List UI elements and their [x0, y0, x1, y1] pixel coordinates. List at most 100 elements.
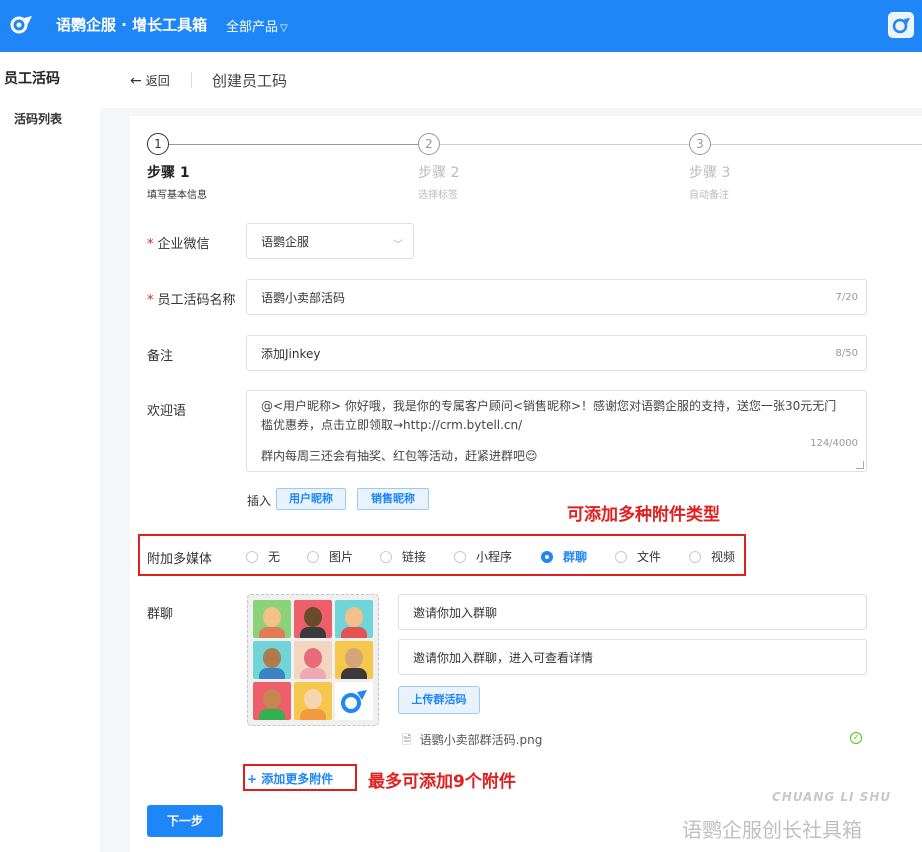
insert-user-nickname-button[interactable]: 用户昵称 [276, 488, 346, 510]
radio-dot [380, 550, 392, 563]
welcome-counter: 124/4000 [810, 438, 858, 449]
name-label: * 员工活码名称 [147, 289, 236, 308]
required-mark: * [147, 293, 154, 308]
step-line-2 [440, 144, 689, 145]
corp-select-value: 语鹦企服 [261, 234, 310, 249]
header-divider [191, 72, 192, 88]
corp-select[interactable]: 语鹦企服 ﹀ [246, 223, 414, 259]
radio-miniprogram-label: 小程序 [476, 550, 513, 564]
code-name-counter: 7/20 [835, 291, 858, 303]
step-3-sub: 自动备注 [689, 190, 729, 201]
watermark-text: CHUANG LI SHU [772, 790, 892, 804]
group-qr-image[interactable] [247, 594, 379, 726]
radio-dot [307, 550, 319, 563]
brand-logo-icon [335, 682, 373, 720]
radio-image-label: 图片 [329, 550, 354, 564]
media-label: 附加多媒体 [147, 552, 213, 567]
annotation-attachment-types: 可添加多种附件类型 [567, 505, 720, 525]
avatar-logo-icon [892, 18, 910, 34]
radio-dot [454, 550, 466, 563]
avatar-tile [253, 641, 291, 679]
welcome-line-1: @<用户昵称> 你好哦，我是你的专属客户顾问<销售昵称>！感谢您对语鹦企服的支持… [261, 399, 837, 413]
radio-link[interactable]: 链接 [380, 548, 426, 565]
radio-dot [246, 550, 258, 563]
name-label-text: 员工活码名称 [157, 293, 236, 308]
all-products-label: 全部产品 [226, 20, 279, 35]
brand-title[interactable]: 语鹦企服 · 增长工具箱 [56, 14, 207, 35]
remark-label: 备注 [147, 349, 174, 364]
step-line-1 [169, 144, 418, 145]
user-avatar[interactable] [888, 12, 914, 38]
group-title-input[interactable]: 邀请你加入群聊 [398, 594, 867, 630]
remark-input[interactable]: 添加Jinkey 8/50 [246, 335, 867, 371]
step-2-circle: 2 [418, 133, 440, 155]
corp-label-text: 企业微信 [157, 237, 210, 252]
step-2-title: 步骤 2 [418, 165, 460, 181]
group-label: 群聊 [147, 607, 174, 622]
chevron-down-icon: ▽ [280, 23, 288, 34]
chevron-down-icon: ﹀ [393, 240, 403, 251]
back-button[interactable]: ← 返回 [130, 72, 170, 89]
radio-file[interactable]: 文件 [615, 548, 661, 565]
sidebar: 员工活码 活码列表 [0, 52, 100, 852]
brand-logo-icon[interactable] [10, 14, 34, 34]
uploaded-file-name: 语鹦小卖部群活码.png [419, 733, 543, 747]
radio-video-label: 视频 [711, 550, 736, 564]
avatar-tile [335, 641, 373, 679]
group-desc-value: 邀请你加入群聊，进入可查看详情 [413, 650, 594, 665]
welcome-textarea[interactable]: @<用户昵称> 你好哦，我是你的专属客户顾问<销售昵称>！感谢您对语鹦企服的支持… [246, 390, 867, 472]
avatar-tile [335, 600, 373, 638]
step-1-circle: 1 [147, 133, 169, 155]
radio-image[interactable]: 图片 [307, 548, 353, 565]
required-mark: * [147, 237, 154, 252]
next-step-button[interactable]: 下一步 [147, 805, 223, 837]
step-line-3 [711, 144, 922, 145]
welcome-line-2: 槛优惠券，点击立即领取→http://crm.bytell.cn/ [261, 418, 523, 432]
corp-label: * 企业微信 [147, 233, 210, 252]
step-2-sub: 选择标签 [418, 190, 458, 201]
insert-label: 插入 [247, 494, 272, 508]
code-name-value: 语鹦小卖部活码 [261, 290, 346, 305]
radio-video[interactable]: 视频 [689, 548, 735, 565]
radio-file-label: 文件 [637, 550, 662, 564]
avatar-tile [253, 600, 291, 638]
sidebar-item-code-list[interactable]: 活码列表 [14, 110, 62, 127]
avatar-tile [294, 641, 332, 679]
group-title-value: 邀请你加入群聊 [413, 605, 498, 620]
insert-sales-nickname-button[interactable]: 销售昵称 [357, 488, 429, 510]
uploaded-file[interactable]: 🗎 语鹦小卖部群活码.png [402, 731, 542, 752]
radio-none-label: 无 [268, 550, 281, 564]
avatar-tile [253, 682, 291, 720]
radio-dot [615, 550, 627, 563]
back-label: 返回 [145, 74, 170, 88]
radio-miniprogram[interactable]: 小程序 [454, 548, 512, 565]
add-more-attachments-button[interactable]: + 添加更多附件 [247, 770, 333, 787]
watermark-text: 语鹦企服创长社具箱 [682, 818, 862, 842]
arrow-left-icon: ← [130, 73, 142, 89]
upload-group-qr-button[interactable]: 上传群活码 [398, 686, 480, 714]
avatar-tile [294, 600, 332, 638]
welcome-label: 欢迎语 [147, 404, 187, 419]
radio-group-chat-label: 群聊 [563, 550, 588, 564]
code-name-input[interactable]: 语鹦小卖部活码 7/20 [246, 279, 867, 315]
step-3-title: 步骤 3 [689, 165, 731, 181]
remark-counter: 8/50 [835, 347, 858, 359]
radio-none[interactable]: 无 [246, 548, 280, 565]
radio-group-chat[interactable]: 群聊 [541, 548, 587, 565]
step-1-sub: 填写基本信息 [147, 190, 207, 201]
radio-dot [541, 550, 553, 563]
file-icon: 🗎 [402, 733, 412, 747]
step-3-circle: 3 [689, 133, 711, 155]
remark-value: 添加Jinkey [261, 346, 321, 361]
resize-handle-icon[interactable] [856, 461, 864, 469]
step-1-title: 步骤 1 [147, 165, 190, 181]
top-bar: 语鹦企服 · 增长工具箱 全部产品 ▽ [0, 0, 922, 52]
radio-link-label: 链接 [402, 550, 427, 564]
page-title: 创建员工码 [212, 72, 288, 90]
sidebar-title: 员工活码 [4, 71, 60, 87]
radio-dot [689, 550, 701, 563]
group-desc-input[interactable]: 邀请你加入群聊，进入可查看详情 [398, 639, 867, 675]
welcome-line-3: 群内每周三还会有抽奖、红包等活动，赶紧进群吧😌 [261, 449, 538, 463]
all-products-menu[interactable]: 全部产品 ▽ [226, 16, 288, 35]
page-header: ← 返回 创建员工码 [100, 52, 922, 108]
